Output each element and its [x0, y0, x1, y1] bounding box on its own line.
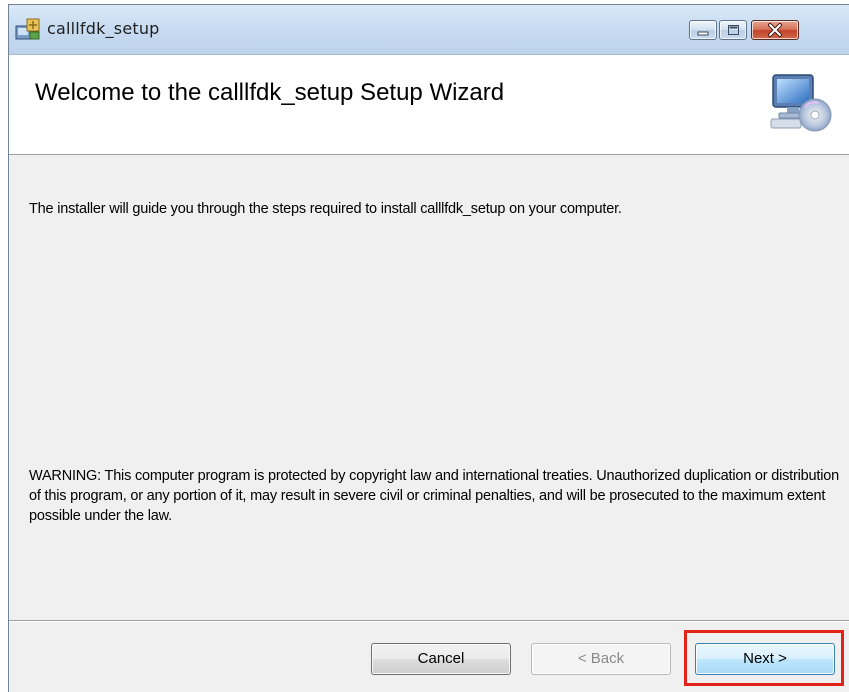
- minimize-button[interactable]: [689, 20, 717, 40]
- maximize-button[interactable]: [719, 20, 747, 40]
- back-button[interactable]: < Back: [531, 643, 671, 675]
- title-bar[interactable]: calllfdk_setup: [9, 5, 849, 55]
- close-button[interactable]: [751, 20, 799, 40]
- page-title: Welcome to the calllfdk_setup Setup Wiza…: [35, 79, 505, 106]
- maximize-icon: [728, 25, 739, 35]
- computer-cd-icon: [769, 73, 833, 137]
- copyright-warning-text: WARNING: This computer program is protec…: [29, 468, 839, 524]
- intro-text: The installer will guide you through the…: [29, 201, 622, 217]
- close-icon: [768, 23, 782, 37]
- footer-separator: [9, 620, 849, 622]
- next-button[interactable]: Next >: [695, 643, 835, 675]
- minimize-icon: [697, 31, 709, 36]
- installer-icon: [15, 17, 41, 41]
- header-banner: Welcome to the calllfdk_setup Setup Wiza…: [9, 55, 849, 155]
- window-title: calllfdk_setup: [47, 19, 160, 38]
- setup-wizard-window: calllfdk_setup Welcome to the calllfdk_s…: [8, 4, 849, 692]
- cancel-button[interactable]: Cancel: [371, 643, 511, 675]
